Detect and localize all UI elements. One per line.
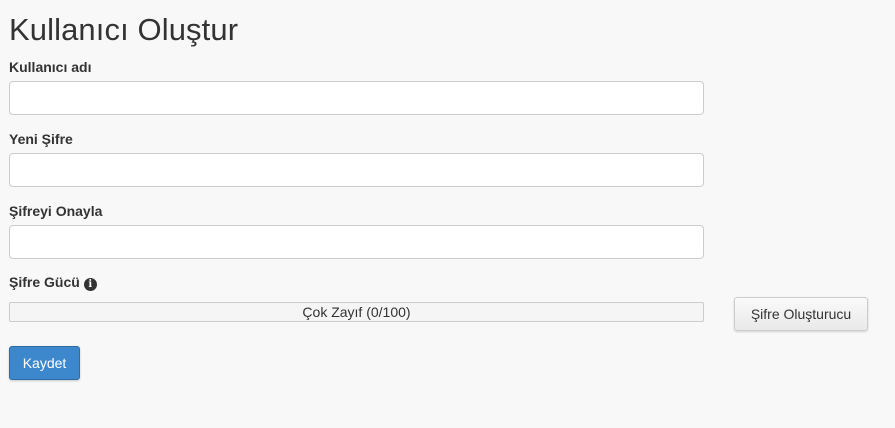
- create-user-page: Kullanıcı Oluştur Kullanıcı adı Yeni Şif…: [0, 0, 895, 428]
- username-label: Kullanıcı adı: [9, 59, 92, 75]
- confirm-password-input[interactable]: [9, 225, 704, 259]
- new-password-input[interactable]: [9, 153, 704, 187]
- page-title: Kullanıcı Oluştur: [9, 12, 239, 47]
- save-button[interactable]: Kaydet: [9, 346, 80, 380]
- password-strength-label-row: Şifre Gücü i: [9, 273, 97, 291]
- password-strength-label: Şifre Gücü: [9, 274, 80, 290]
- username-input[interactable]: [9, 81, 704, 115]
- confirm-password-label: Şifreyi Onayla: [9, 203, 103, 219]
- password-strength-meter: Çok Zayıf (0/100): [9, 302, 704, 322]
- new-password-label: Yeni Şifre: [9, 131, 73, 147]
- info-circle-icon[interactable]: i: [83, 278, 97, 291]
- password-generator-button[interactable]: Şifre Oluşturucu: [734, 297, 868, 331]
- password-strength-text: Çok Zayıf (0/100): [302, 304, 411, 320]
